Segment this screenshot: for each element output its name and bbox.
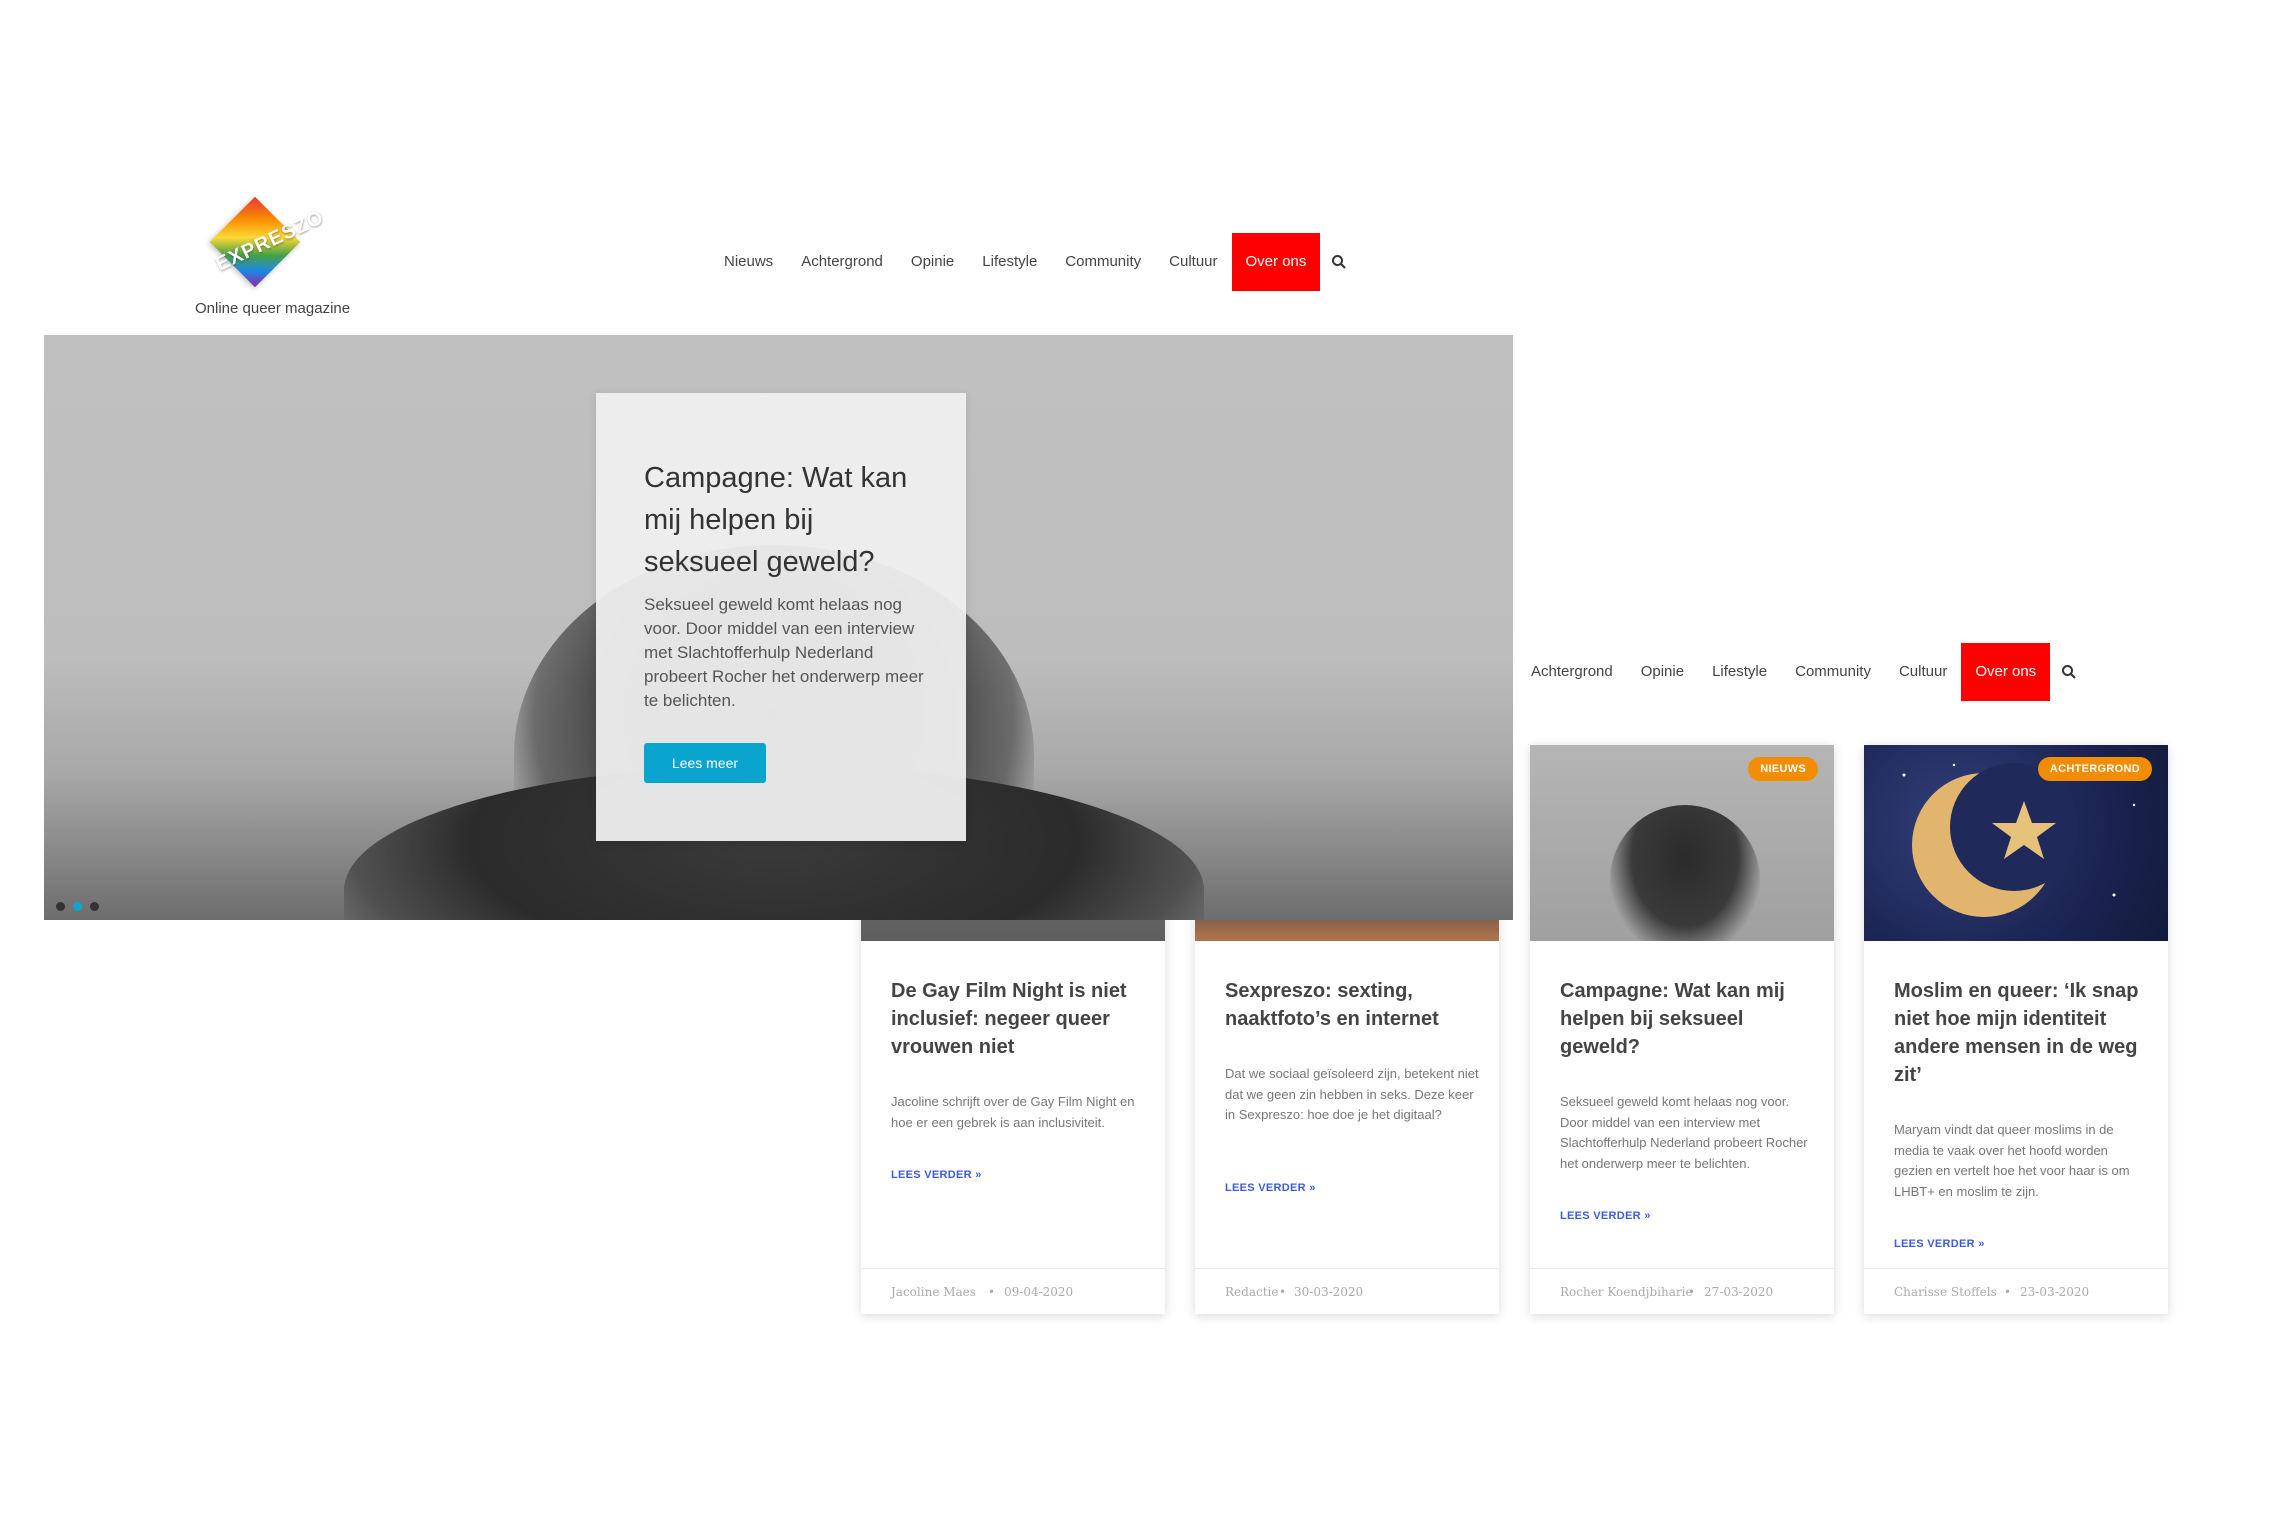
read-more-link[interactable]: LEES VERDER » bbox=[891, 1169, 982, 1181]
meta-separator: • bbox=[1688, 1285, 1696, 1299]
search-icon[interactable] bbox=[2058, 643, 2080, 701]
nav-item-cultuur[interactable]: Cultuur bbox=[1155, 233, 1231, 291]
post-author: Redactie bbox=[1225, 1285, 1279, 1299]
post-image: ACHTERGROND bbox=[1864, 745, 2168, 941]
hero-slider[interactable]: Campagne: Wat kan mij helpen bij seksuee… bbox=[44, 335, 1513, 920]
nav2-item-cultuur[interactable]: Cultuur bbox=[1885, 643, 1961, 701]
slider-dot-2[interactable] bbox=[73, 902, 82, 911]
post-date: 09-04-2020 bbox=[1004, 1285, 1074, 1299]
nav2-item-opinie[interactable]: Opinie bbox=[1627, 643, 1698, 701]
post-meta: Jacoline Maes • 09-04-2020 bbox=[861, 1268, 1165, 1315]
category-badge[interactable]: NIEUWS bbox=[1748, 757, 1818, 781]
post-title[interactable]: Campagne: Wat kan mij helpen bij seksuee… bbox=[1560, 977, 1810, 1061]
post-title[interactable]: Moslim en queer: ‘Ik snap niet hoe mijn … bbox=[1894, 977, 2144, 1089]
nav2-item-achtergrond[interactable]: Achtergrond bbox=[1517, 643, 1627, 701]
meta-separator: • bbox=[1279, 1285, 1287, 1299]
secondary-nav: Achtergrond Opinie Lifestyle Community C… bbox=[1517, 643, 2080, 701]
post-excerpt: Maryam vindt dat queer moslims in de med… bbox=[1894, 1122, 2130, 1199]
hero-caption-card: Campagne: Wat kan mij helpen bij seksuee… bbox=[596, 393, 966, 841]
post-excerpt: Jacoline schrijft over de Gay Film Night… bbox=[891, 1094, 1135, 1130]
post-date: 23-03-2020 bbox=[2020, 1285, 2090, 1299]
post-meta: Redactie • 30-03-2020 bbox=[1195, 1268, 1499, 1315]
read-more-button[interactable]: Lees meer bbox=[644, 743, 766, 783]
slider-dots bbox=[56, 902, 99, 911]
post-card-campagne[interactable]: NIEUWS Campagne: Wat kan mij helpen bij … bbox=[1530, 745, 1834, 1314]
nav-item-opinie[interactable]: Opinie bbox=[897, 233, 968, 291]
post-card-moslim-en-queer[interactable]: ACHTERGROND Moslim en queer: ‘Ik snap ni… bbox=[1864, 745, 2168, 1314]
nav2-item-over-ons[interactable]: Over ons bbox=[1961, 643, 2051, 701]
nav-item-lifestyle[interactable]: Lifestyle bbox=[968, 233, 1051, 291]
nav2-item-lifestyle[interactable]: Lifestyle bbox=[1698, 643, 1781, 701]
category-badge[interactable]: ACHTERGROND bbox=[2037, 757, 2152, 781]
hero-title[interactable]: Campagne: Wat kan mij helpen bij seksuee… bbox=[644, 457, 934, 583]
main-nav: Nieuws Achtergrond Opinie Lifestyle Comm… bbox=[710, 233, 1350, 291]
post-date: 30-03-2020 bbox=[1294, 1285, 1364, 1299]
slider-dot-3[interactable] bbox=[90, 902, 99, 911]
read-more-link[interactable]: LEES VERDER » bbox=[1560, 1210, 1651, 1222]
nav-item-nieuws[interactable]: Nieuws bbox=[710, 233, 787, 291]
read-more-link[interactable]: LEES VERDER » bbox=[1894, 1238, 1985, 1250]
post-meta: Rocher Koendjbiharie • 27-03-2020 bbox=[1530, 1268, 1834, 1315]
slider-dot-1[interactable] bbox=[56, 902, 65, 911]
post-title[interactable]: Sexpreszo: sexting, naaktfoto’s en inter… bbox=[1225, 977, 1475, 1033]
post-date: 27-03-2020 bbox=[1704, 1285, 1774, 1299]
meta-separator: • bbox=[2004, 1285, 2012, 1299]
post-author: Jacoline Maes bbox=[891, 1285, 976, 1299]
post-author: Charisse Stoffels bbox=[1894, 1285, 1997, 1299]
post-meta: Charisse Stoffels • 23-03-2020 bbox=[1864, 1268, 2168, 1315]
nav-item-over-ons[interactable]: Over ons bbox=[1231, 233, 1321, 291]
post-title[interactable]: De Gay Film Night is niet inclusief: neg… bbox=[891, 977, 1141, 1061]
post-author: Rocher Koendjbiharie bbox=[1560, 1285, 1693, 1299]
site-tagline: Online queer magazine bbox=[195, 300, 351, 317]
hero-text: Seksueel geweld komt helaas nog voor. Do… bbox=[644, 595, 924, 710]
nav-item-community[interactable]: Community bbox=[1051, 233, 1155, 291]
post-excerpt: Seksueel geweld komt helaas nog voor. Do… bbox=[1560, 1094, 1808, 1171]
site-logo[interactable]: EXPRESZO Online queer magazine bbox=[195, 196, 355, 320]
nav-item-achtergrond[interactable]: Achtergrond bbox=[787, 233, 897, 291]
read-more-link[interactable]: LEES VERDER » bbox=[1225, 1182, 1316, 1194]
post-excerpt: Dat we sociaal geïsoleerd zijn, betekent… bbox=[1225, 1066, 1479, 1122]
nav2-item-community[interactable]: Community bbox=[1781, 643, 1885, 701]
search-icon[interactable] bbox=[1328, 233, 1350, 291]
post-image: NIEUWS bbox=[1530, 745, 1834, 941]
meta-separator: • bbox=[988, 1285, 996, 1299]
